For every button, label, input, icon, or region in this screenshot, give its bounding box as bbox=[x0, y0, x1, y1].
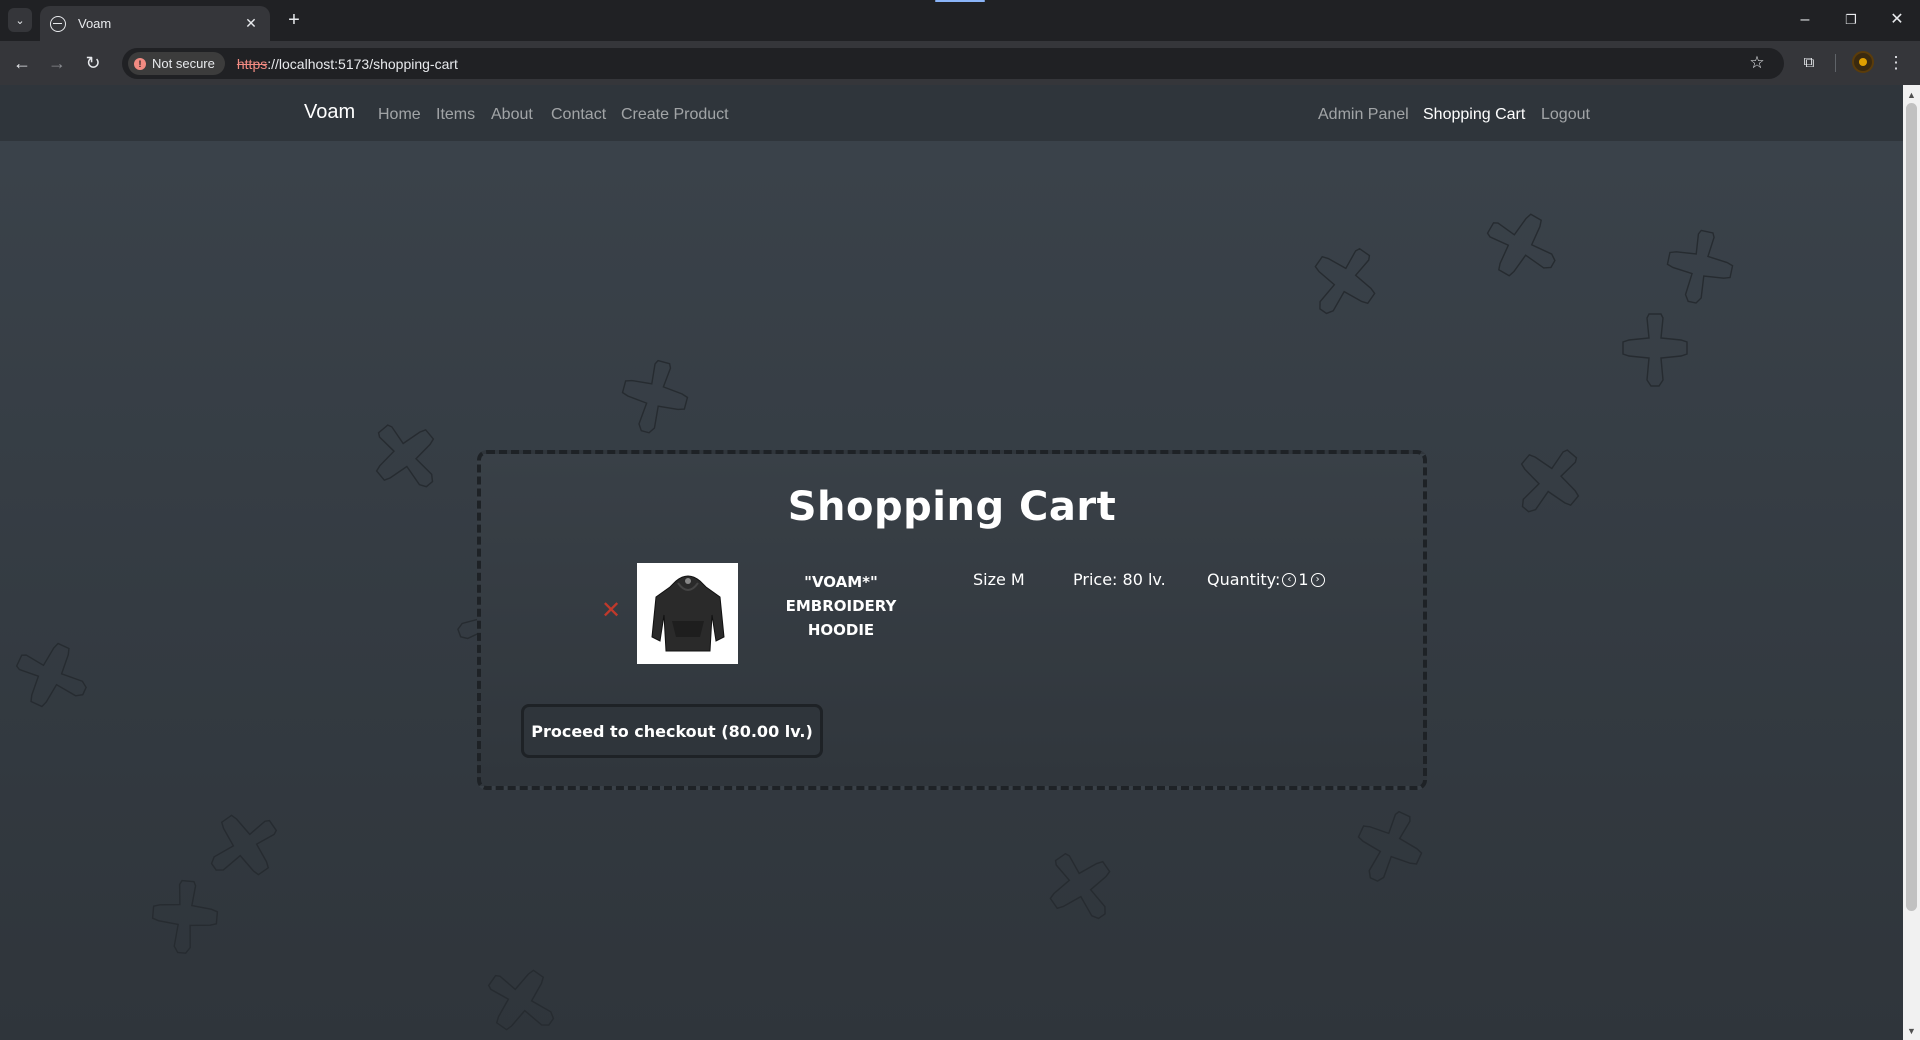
security-label: Not secure bbox=[152, 56, 215, 71]
cart-title: Shopping Cart bbox=[787, 484, 1117, 530]
decorative-cross bbox=[1345, 800, 1435, 890]
browser-tabstrip: ⌄ Voam ✕ + – ❐ ✕ bbox=[0, 0, 1920, 41]
decorative-cross bbox=[1035, 840, 1125, 930]
globe-icon bbox=[50, 15, 66, 32]
minimize-icon[interactable]: – bbox=[1782, 8, 1828, 32]
nav-logout[interactable]: Logout bbox=[1541, 106, 1590, 124]
nav-contact[interactable]: Contact bbox=[551, 106, 606, 124]
window-close-icon[interactable]: ✕ bbox=[1874, 8, 1920, 32]
brand-logo[interactable]: Voam bbox=[304, 101, 355, 124]
new-tab-plus-icon[interactable]: + bbox=[282, 9, 306, 33]
security-chip[interactable]: ! Not secure bbox=[128, 52, 225, 75]
scroll-up-icon[interactable]: ▲ bbox=[1905, 88, 1918, 102]
decorative-cross bbox=[1300, 235, 1390, 325]
nav-about[interactable]: About bbox=[491, 106, 533, 124]
hoodie-icon bbox=[650, 575, 725, 651]
decorative-cross bbox=[1610, 303, 1700, 393]
decorative-cross bbox=[1505, 435, 1595, 525]
quantity-label: Quantity: bbox=[1207, 570, 1281, 589]
decrease-quantity-icon[interactable]: ‹ bbox=[1282, 572, 1297, 587]
decorative-cross bbox=[1655, 220, 1745, 310]
quantity-value: 1 bbox=[1298, 570, 1309, 589]
checkout-button[interactable]: Proceed to checkout (80.00 lv.) bbox=[521, 704, 823, 758]
decorative-cross bbox=[610, 350, 700, 440]
back-arrow-icon[interactable]: ← bbox=[8, 49, 36, 77]
url-path: ://localhost:5173/shopping-cart bbox=[267, 55, 458, 72]
quantity-stepper: Quantity: ‹ 1 › bbox=[1207, 570, 1327, 589]
scroll-down-icon[interactable]: ▼ bbox=[1905, 1024, 1918, 1038]
tab-search-chevron-icon[interactable]: ⌄ bbox=[8, 8, 32, 32]
product-name-line: EMBROIDERY bbox=[785, 597, 897, 615]
product-name-line: HOODIE bbox=[807, 621, 875, 639]
page-viewport: Voam Home Items About Contact Create Pro… bbox=[0, 85, 1903, 1040]
forward-arrow-icon[interactable]: → bbox=[43, 49, 71, 77]
decorative-cross bbox=[360, 410, 450, 500]
restore-icon[interactable]: ❐ bbox=[1828, 8, 1874, 32]
url-scheme: https bbox=[236, 55, 268, 72]
decorative-cross bbox=[5, 630, 95, 720]
address-bar[interactable]: ! Not secure https://localhost:5173/shop… bbox=[122, 48, 1784, 79]
site-navbar: Voam Home Items About Contact Create Pro… bbox=[0, 85, 1903, 141]
product-name: "VOAM*" EMBROIDERY HOODIE bbox=[781, 570, 901, 642]
remove-item-icon[interactable]: ✕ bbox=[601, 599, 621, 623]
nav-create-product[interactable]: Create Product bbox=[621, 106, 729, 124]
nav-shopping-cart[interactable]: Shopping Cart bbox=[1423, 106, 1525, 124]
nav-admin-panel[interactable]: Admin Panel bbox=[1318, 106, 1409, 124]
menu-kebab-icon[interactable]: ⋮ bbox=[1882, 49, 1910, 77]
decorative-cross bbox=[475, 955, 565, 1040]
extensions-puzzle-icon[interactable]: ⧉ bbox=[1795, 49, 1823, 77]
product-name-line: "VOAM*" bbox=[804, 573, 878, 591]
increase-quantity-icon[interactable]: › bbox=[1310, 572, 1325, 587]
product-image bbox=[637, 563, 738, 664]
tab-title: Voam bbox=[78, 16, 112, 31]
profile-avatar[interactable] bbox=[1852, 51, 1874, 73]
bookmark-star-icon[interactable]: ☆ bbox=[1743, 49, 1771, 77]
decorative-cross bbox=[140, 870, 230, 960]
nav-items[interactable]: Items bbox=[436, 106, 475, 124]
tab-accent bbox=[935, 0, 985, 2]
tab-close-icon[interactable]: ✕ bbox=[242, 15, 260, 32]
nav-home[interactable]: Home bbox=[378, 106, 421, 124]
scrollbar-thumb[interactable] bbox=[1906, 103, 1917, 911]
decorative-cross bbox=[1475, 200, 1565, 290]
browser-toolbar: ← → ↻ ! Not secure https://localhost:517… bbox=[0, 41, 1920, 85]
reload-icon[interactable]: ↻ bbox=[79, 49, 107, 77]
shopping-cart-card: Shopping Cart ✕ "VOAM*" EMBROIDERY HOODI… bbox=[477, 450, 1427, 790]
warning-icon: ! bbox=[134, 57, 146, 70]
toolbar-divider bbox=[1835, 54, 1836, 72]
url-text[interactable]: https://localhost:5173/shopping-cart bbox=[237, 56, 458, 72]
product-price: Price: 80 lv. bbox=[1073, 570, 1166, 589]
browser-tab[interactable]: Voam ✕ bbox=[40, 6, 270, 41]
product-size: Size M bbox=[973, 570, 1025, 589]
